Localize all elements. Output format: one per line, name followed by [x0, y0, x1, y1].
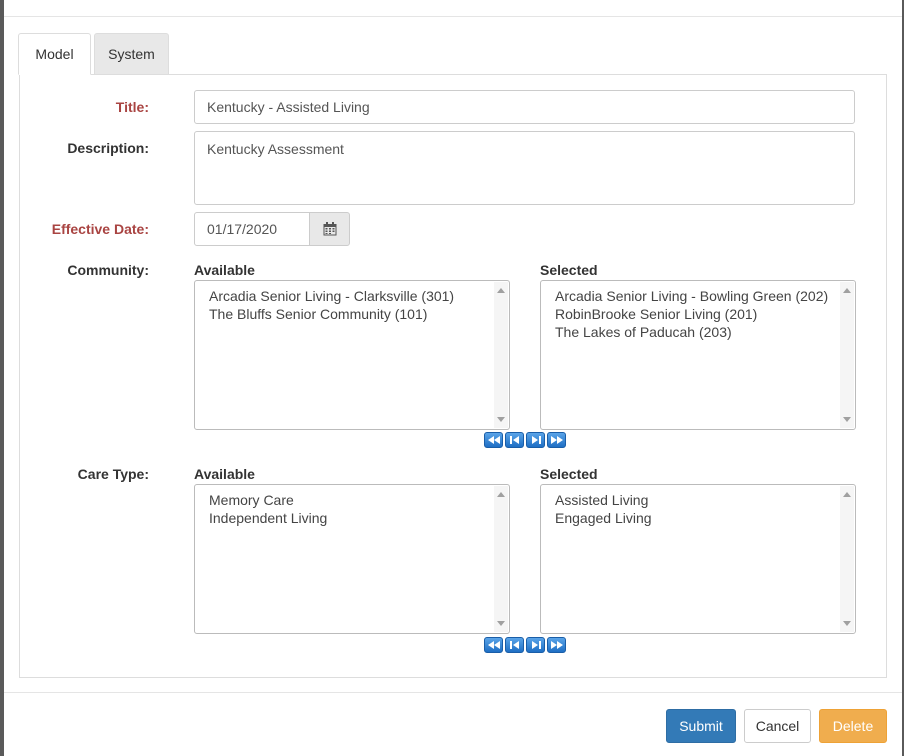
- scrollbar[interactable]: [840, 282, 854, 428]
- care-type-label: Care Type:: [77, 466, 149, 482]
- move-right-button[interactable]: [526, 432, 545, 448]
- scrollbar[interactable]: [494, 486, 508, 632]
- community-available-header: Available: [194, 262, 255, 278]
- list-item[interactable]: The Bluffs Senior Community (101): [209, 305, 487, 323]
- scroll-down-icon[interactable]: [497, 621, 505, 626]
- community-mover-buttons: [484, 432, 566, 448]
- move-all-right-button[interactable]: [547, 637, 566, 653]
- effective-date-label: Effective Date:: [51, 221, 149, 237]
- scroll-up-icon[interactable]: [843, 288, 851, 293]
- care-type-selected-header: Selected: [540, 466, 598, 482]
- calendar-button[interactable]: [309, 212, 350, 246]
- scrollbar[interactable]: [494, 282, 508, 428]
- list-item[interactable]: Assisted Living: [555, 491, 833, 509]
- description-label: Description:: [67, 140, 149, 156]
- list-item[interactable]: Engaged Living: [555, 509, 833, 527]
- scroll-up-icon[interactable]: [843, 492, 851, 497]
- care-type-selected-list[interactable]: Assisted Living Engaged Living: [540, 484, 856, 634]
- scroll-up-icon[interactable]: [497, 288, 505, 293]
- calendar-icon: [323, 222, 336, 236]
- effective-date-input[interactable]: 01/17/2020: [194, 212, 310, 246]
- move-left-button[interactable]: [505, 432, 524, 448]
- scroll-down-icon[interactable]: [843, 417, 851, 422]
- move-right-icon: [531, 641, 541, 649]
- scroll-down-icon[interactable]: [497, 417, 505, 422]
- dialog-header-divider: [4, 16, 902, 17]
- move-all-right-icon: [550, 641, 563, 649]
- move-all-left-button[interactable]: [484, 432, 503, 448]
- list-item[interactable]: Memory Care: [209, 491, 487, 509]
- list-item[interactable]: The Lakes of Paducah (203): [555, 323, 833, 341]
- footer-divider: [4, 692, 902, 693]
- move-all-left-icon: [487, 641, 500, 649]
- list-item[interactable]: Arcadia Senior Living - Clarksville (301…: [209, 287, 487, 305]
- cancel-button[interactable]: Cancel: [744, 709, 811, 743]
- submit-button[interactable]: Submit: [666, 709, 736, 743]
- care-type-available-list[interactable]: Memory Care Independent Living: [194, 484, 510, 634]
- move-all-left-button[interactable]: [484, 637, 503, 653]
- delete-button[interactable]: Delete: [819, 709, 887, 743]
- scroll-down-icon[interactable]: [843, 621, 851, 626]
- move-all-right-icon: [550, 436, 563, 444]
- move-all-right-button[interactable]: [547, 432, 566, 448]
- scroll-up-icon[interactable]: [497, 492, 505, 497]
- community-selected-header: Selected: [540, 262, 598, 278]
- tab-system[interactable]: System: [94, 33, 169, 75]
- community-selected-list[interactable]: Arcadia Senior Living - Bowling Green (2…: [540, 280, 856, 430]
- title-label: Title:: [115, 99, 149, 115]
- care-type-mover-buttons: [484, 637, 566, 653]
- title-input[interactable]: Kentucky - Assisted Living: [194, 90, 855, 124]
- list-item[interactable]: RobinBrooke Senior Living (201): [555, 305, 833, 323]
- list-item[interactable]: Arcadia Senior Living - Bowling Green (2…: [555, 287, 833, 305]
- tab-model[interactable]: Model: [18, 33, 91, 75]
- scrollbar[interactable]: [840, 486, 854, 632]
- move-left-button[interactable]: [505, 637, 524, 653]
- community-available-list[interactable]: Arcadia Senior Living - Clarksville (301…: [194, 280, 510, 430]
- move-right-icon: [531, 436, 541, 444]
- community-label: Community:: [67, 262, 149, 278]
- move-right-button[interactable]: [526, 637, 545, 653]
- move-left-icon: [509, 641, 519, 649]
- care-type-available-header: Available: [194, 466, 255, 482]
- model-dialog: Model System Title: Kentucky - Assisted …: [4, 0, 902, 756]
- move-all-left-icon: [487, 436, 500, 444]
- description-textarea[interactable]: Kentucky Assessment: [194, 131, 855, 205]
- list-item[interactable]: Independent Living: [209, 509, 487, 527]
- move-left-icon: [509, 436, 519, 444]
